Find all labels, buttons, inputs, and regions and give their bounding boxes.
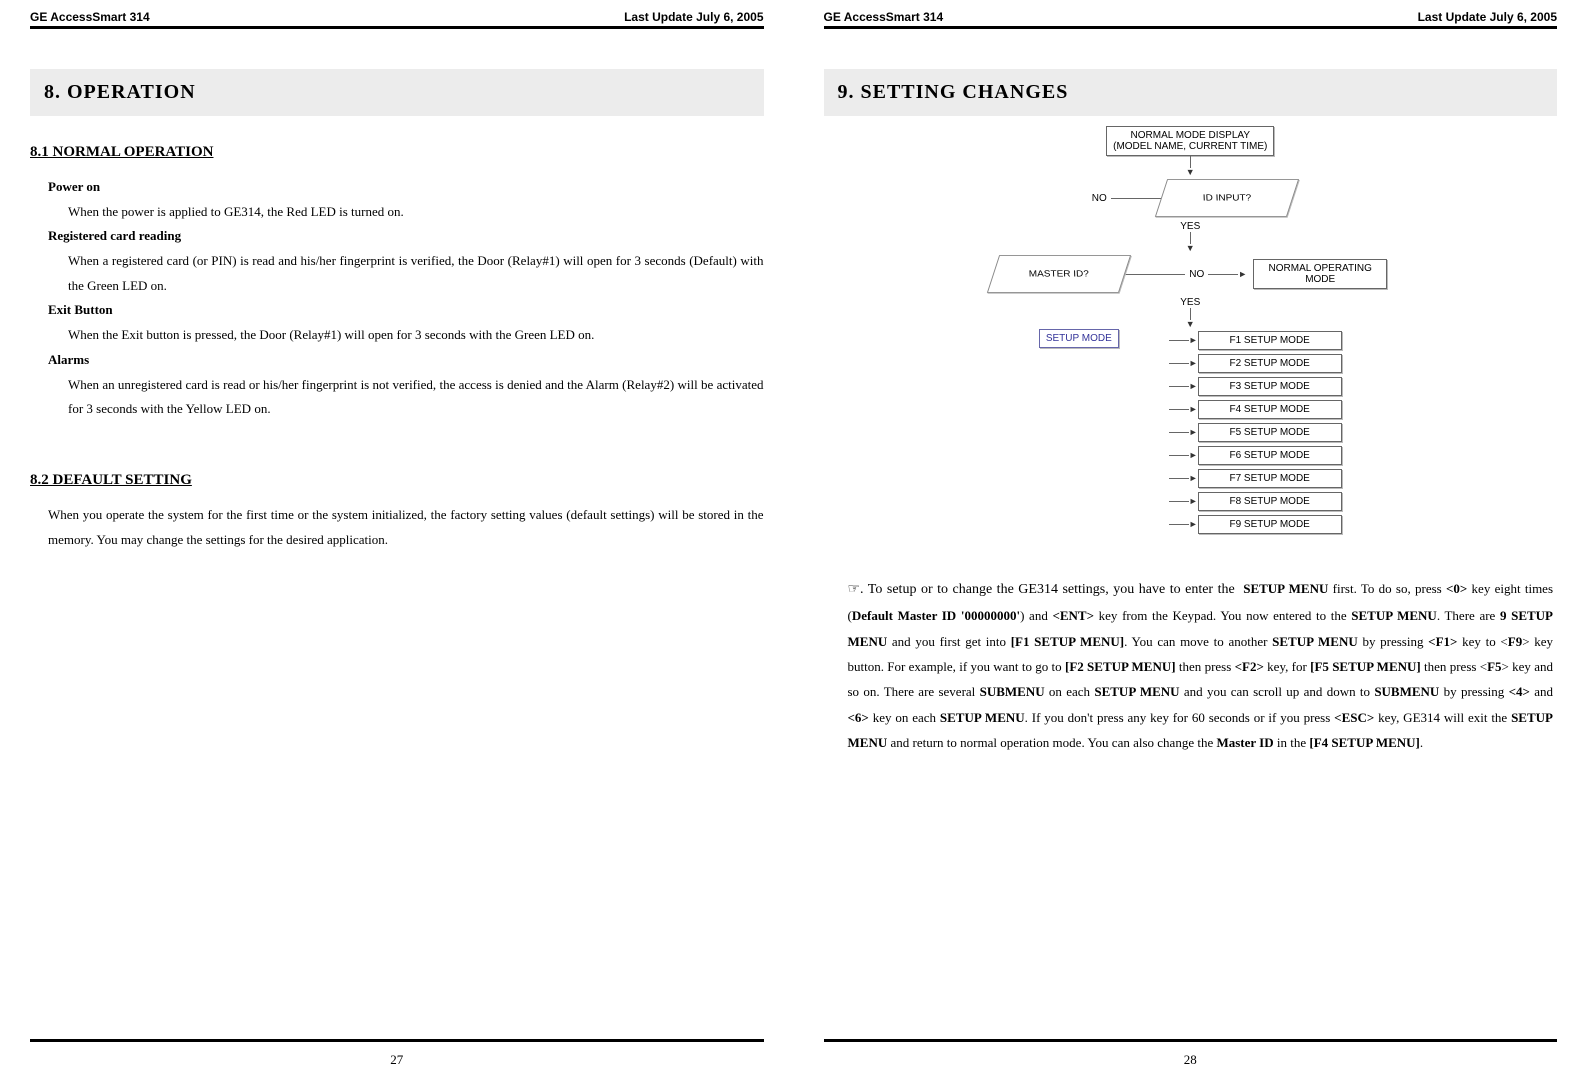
flow-label-yes: YES xyxy=(1180,297,1200,308)
flow-label-no: NO xyxy=(1092,193,1107,204)
page-left: GE AccessSmart 314 Last Update July 6, 2… xyxy=(0,0,794,1086)
pointing-hand-icon: ☞. To setup or to change the GE314 setti… xyxy=(848,582,1240,597)
operation-items: Power on When the power is applied to GE… xyxy=(48,175,764,422)
section-heading-setting-changes: 9. SETTING CHANGES xyxy=(824,69,1558,116)
subheading-default-setting: 8.2 DEFAULT SETTING xyxy=(30,472,764,489)
flow-normal-operating-mode: NORMAL OPERATING MODE xyxy=(1253,259,1387,289)
item-title: Exit Button xyxy=(48,298,764,323)
hdr-left: GE AccessSmart 314 xyxy=(824,10,944,24)
item-body: When the Exit button is pressed, the Doo… xyxy=(68,323,764,348)
flow-decision-master-id: MASTER ID? xyxy=(993,253,1125,295)
subheading-normal-operation: 8.1 NORMAL OPERATION xyxy=(30,144,764,161)
footer-rule xyxy=(30,1039,764,1042)
item-body: When a registered card (or PIN) is read … xyxy=(68,249,764,298)
flow-menu-item: F2 SETUP MODE xyxy=(1198,354,1342,373)
page-number: 28 xyxy=(794,1052,1587,1068)
page-header: GE AccessSmart 314 Last Update July 6, 2… xyxy=(30,10,764,29)
default-setting-text: When you operate the system for the firs… xyxy=(48,503,764,552)
flow-label-no: NO xyxy=(1189,269,1204,280)
setup-instructions: ☞. To setup or to change the GE314 setti… xyxy=(824,576,1558,755)
flow-setup-mode: SETUP MODE xyxy=(1039,329,1119,348)
flow-label-yes: YES xyxy=(1180,221,1200,232)
item-body: When an unregistered card is read or his… xyxy=(68,373,764,422)
page-header: GE AccessSmart 314 Last Update July 6, 2… xyxy=(824,10,1558,29)
footer-rule xyxy=(824,1039,1558,1042)
page-right: GE AccessSmart 314 Last Update July 6, 2… xyxy=(794,0,1587,1086)
flowchart: NORMAL MODE DISPLAY (MODEL NAME, CURRENT… xyxy=(910,126,1470,536)
item-body: When the power is applied to GE314, the … xyxy=(68,200,764,225)
flow-menu-item: F4 SETUP MODE xyxy=(1198,400,1342,419)
flow-menu-item: F5 SETUP MODE xyxy=(1198,423,1342,442)
item-title: Power on xyxy=(48,175,764,200)
flow-menu-item: F7 SETUP MODE xyxy=(1198,469,1342,488)
item-title: Alarms xyxy=(48,348,764,373)
flow-setup-mode-list: F1 SETUP MODE F2 SETUP MODE F3 SETUP MOD… xyxy=(1169,329,1342,536)
section-heading-operation: 8. OPERATION xyxy=(30,69,764,116)
flow-menu-item: F3 SETUP MODE xyxy=(1198,377,1342,396)
flow-decision-id-input: ID INPUT? xyxy=(1161,177,1293,219)
page-number: 27 xyxy=(0,1052,794,1068)
hdr-right: Last Update July 6, 2005 xyxy=(1418,10,1557,24)
flow-normal-display: NORMAL MODE DISPLAY (MODEL NAME, CURRENT… xyxy=(1106,126,1274,156)
hdr-left: GE AccessSmart 314 xyxy=(30,10,150,24)
flow-menu-item: F8 SETUP MODE xyxy=(1198,492,1342,511)
flow-menu-item: F1 SETUP MODE xyxy=(1198,331,1342,350)
flow-menu-item: F9 SETUP MODE xyxy=(1198,515,1342,534)
item-title: Registered card reading xyxy=(48,224,764,249)
flow-menu-item: F6 SETUP MODE xyxy=(1198,446,1342,465)
hdr-right: Last Update July 6, 2005 xyxy=(624,10,763,24)
